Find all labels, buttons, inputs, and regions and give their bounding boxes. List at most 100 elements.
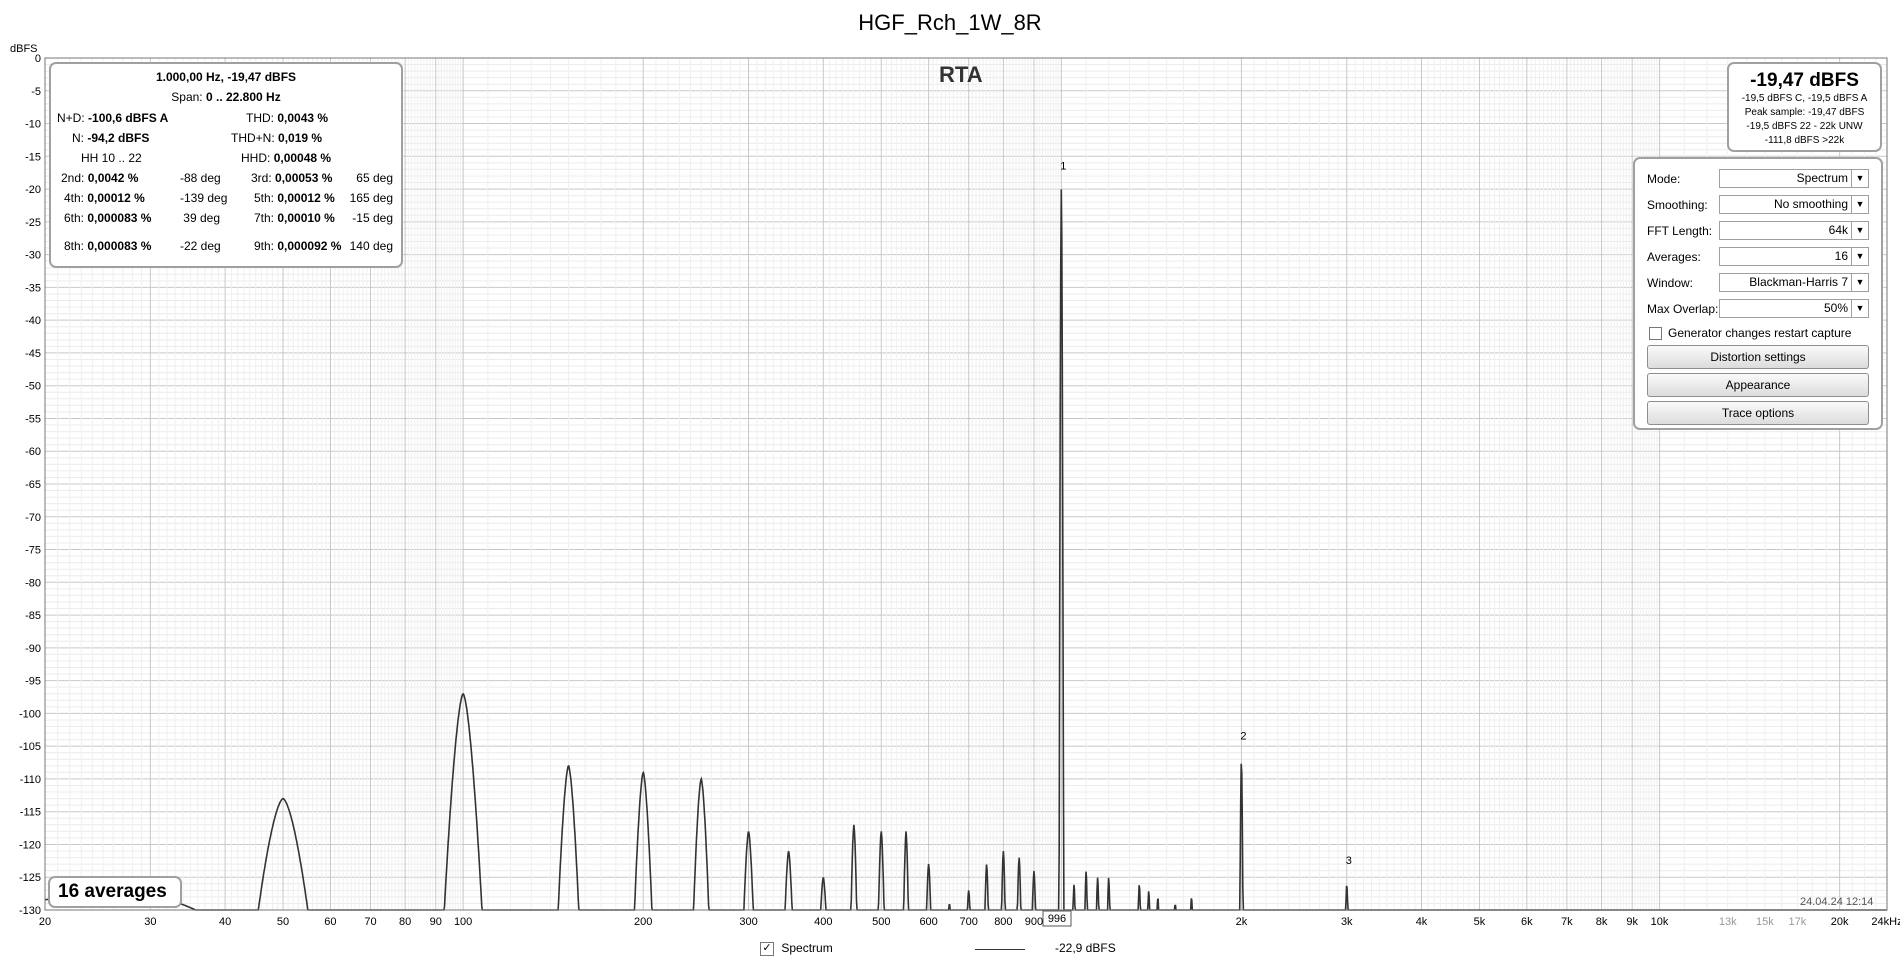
y-tick-label: -10 <box>25 119 41 131</box>
x-tick-label: 20 <box>39 916 51 928</box>
x-tick-label: 9k <box>1626 916 1638 928</box>
distortion-info-panel: 1.000,00 Hz, -19,47 dBFS Span: 0 .. 22.8… <box>49 62 403 268</box>
y-tick-label: -70 <box>25 512 41 524</box>
y-tick-label: -5 <box>31 86 41 98</box>
harmonic-markers: 1 2 3 <box>1060 160 1352 867</box>
x-tick-label: 900 <box>1025 916 1043 928</box>
x-tick-label: 80 <box>399 916 411 928</box>
x-tick-label: 8k <box>1596 916 1608 928</box>
harmonic-row: 8th: 0,000083 % -22 deg 9th: 0,000092 % … <box>64 239 393 253</box>
legend-item-spectrum[interactable]: ✓ Spectrum <box>760 941 833 956</box>
distortion-settings-button[interactable]: Distortion settings <box>1647 345 1869 369</box>
y-tick-label: -60 <box>25 446 41 458</box>
x-tick-label: 40 <box>219 916 231 928</box>
window-select[interactable]: Blackman-Harris 7 ▼ <box>1719 273 1869 292</box>
chevron-down-icon: ▼ <box>1851 300 1868 317</box>
capture-date: 24.04.24 12:14 <box>1800 896 1874 908</box>
x-tick-label: 6k <box>1521 916 1533 928</box>
y-tick-label: -85 <box>25 610 41 622</box>
y-tick-label: -65 <box>25 479 41 491</box>
level-line: -19,5 dBFS C, -19,5 dBFS A <box>1741 93 1868 104</box>
smoothing-select[interactable]: No smoothing ▼ <box>1719 195 1869 214</box>
window-label: Window: <box>1647 276 1694 290</box>
thd-value: 0,0043 % <box>277 111 329 125</box>
harmonic-marker-label: 2 <box>1240 731 1246 743</box>
cursor-box: 996 <box>1042 910 1072 927</box>
legend-line-swatch <box>975 949 1025 950</box>
y-tick-label: -120 <box>19 839 41 851</box>
y-tick-label: -20 <box>25 184 41 196</box>
y-tick-label: -80 <box>25 577 41 589</box>
x-tick-label: 500 <box>872 916 890 928</box>
legend-checkbox[interactable]: ✓ <box>760 941 774 956</box>
hhd-value: 0,00048 % <box>273 151 332 165</box>
harmonic-marker-label: 3 <box>1346 855 1352 867</box>
thdn-label: THD+N: <box>231 131 275 145</box>
x-tick-label: 7k <box>1561 916 1573 928</box>
x-tick-label: 400 <box>814 916 832 928</box>
mode-select[interactable]: Spectrum ▼ <box>1719 169 1869 188</box>
y-axis: 0-5-10-15-20-25-30-35-40-45-50-55-60-65-… <box>19 53 41 917</box>
x-tick-label: 90 <box>430 916 442 928</box>
x-tick-label: 4k <box>1416 916 1428 928</box>
level-line: -111,8 dBFS >22k <box>1764 135 1845 146</box>
x-tick-label: 13k <box>1719 916 1737 928</box>
x-tick-label: 3k <box>1341 916 1353 928</box>
thd-label: THD: <box>246 111 274 125</box>
rta-label: RTA <box>939 62 983 87</box>
thdn-value: 0,019 % <box>278 131 323 145</box>
chevron-down-icon: ▼ <box>1851 274 1868 291</box>
fft-length-select[interactable]: 64k ▼ <box>1719 221 1869 240</box>
x-tick-label: 50 <box>277 916 289 928</box>
info-row-hh: HH 10 .. 22 HHD: 0,00048 % <box>51 151 401 169</box>
averages-select[interactable]: 16 ▼ <box>1719 247 1869 266</box>
averages-label: Averages: <box>1647 250 1701 264</box>
info-row-n: N: -94,2 dBFS THD+N: 0,019 % <box>51 131 401 149</box>
level-main: -19,47 dBFS <box>1750 70 1859 91</box>
generator-restart-checkbox[interactable] <box>1649 327 1662 340</box>
averages-badge: 16 averages <box>48 876 182 908</box>
x-tick-label: 30 <box>144 916 156 928</box>
level-line: Peak sample: -19,47 dBFS <box>1744 107 1865 118</box>
cursor-value: 996 <box>1048 913 1066 925</box>
hh-label: HH 10 .. 22 <box>81 151 142 165</box>
rta-controls-panel: Mode: Spectrum ▼ Smoothing: No smoothing ▼… <box>1633 157 1883 430</box>
harmonic-marker-label: 1 <box>1060 160 1066 172</box>
legend-name: Spectrum <box>781 941 833 955</box>
y-tick-label: -105 <box>19 741 41 753</box>
chevron-down-icon: ▼ <box>1851 170 1868 187</box>
generator-restart-label: Generator changes restart capture <box>1668 326 1852 340</box>
y-tick-label: -45 <box>25 348 41 360</box>
appearance-button[interactable]: Appearance <box>1647 373 1869 397</box>
x-axis: 20 30 40 50 60 70 80 90 100 200 300 400 500 600 700 800… <box>39 916 1900 928</box>
nd-label: N+D: <box>57 111 85 125</box>
trace-options-button[interactable]: Trace options <box>1647 401 1869 425</box>
x-tick-label: 20k <box>1831 916 1849 928</box>
nd-value: -100,6 dBFS A <box>88 111 169 125</box>
info-span: Span: 0 .. 22.800 Hz <box>51 90 401 108</box>
y-tick-label: -100 <box>19 708 41 720</box>
y-tick-label: -115 <box>20 807 41 819</box>
harmonic-row: 2nd: 0,0042 % -88 deg 3rd: 0,00053 % 65 … <box>61 171 393 185</box>
y-tick-label: -95 <box>25 676 41 688</box>
y-tick-label: -125 <box>19 872 41 884</box>
x-tick-label: 200 <box>634 916 652 928</box>
level-line: -19,5 dBFS 22 - 22k UNW <box>1746 121 1863 132</box>
y-tick-label: -130 <box>19 905 41 917</box>
x-tick-label: 60 <box>324 916 336 928</box>
level-meter-panel: -19,47 dBFS -19,5 dBFS C, -19,5 dBFS A P… <box>1727 62 1882 152</box>
smoothing-label: Smoothing: <box>1647 198 1708 212</box>
chevron-down-icon: ▼ <box>1851 248 1868 265</box>
y-tick-label: -55 <box>25 413 41 425</box>
y-tick-label: -25 <box>25 217 41 229</box>
max-overlap-select[interactable]: 50% ▼ <box>1719 299 1869 318</box>
chevron-down-icon: ▼ <box>1851 196 1868 213</box>
x-tick-label: 17k <box>1789 916 1807 928</box>
x-tick-label: 600 <box>919 916 937 928</box>
y-tick-label: -110 <box>20 774 41 786</box>
fft-length-label: FFT Length: <box>1647 224 1713 238</box>
mode-label: Mode: <box>1647 172 1681 186</box>
y-tick-label: -50 <box>25 381 41 393</box>
x-tick-label: 70 <box>364 916 376 928</box>
n-label: N: <box>72 131 84 145</box>
